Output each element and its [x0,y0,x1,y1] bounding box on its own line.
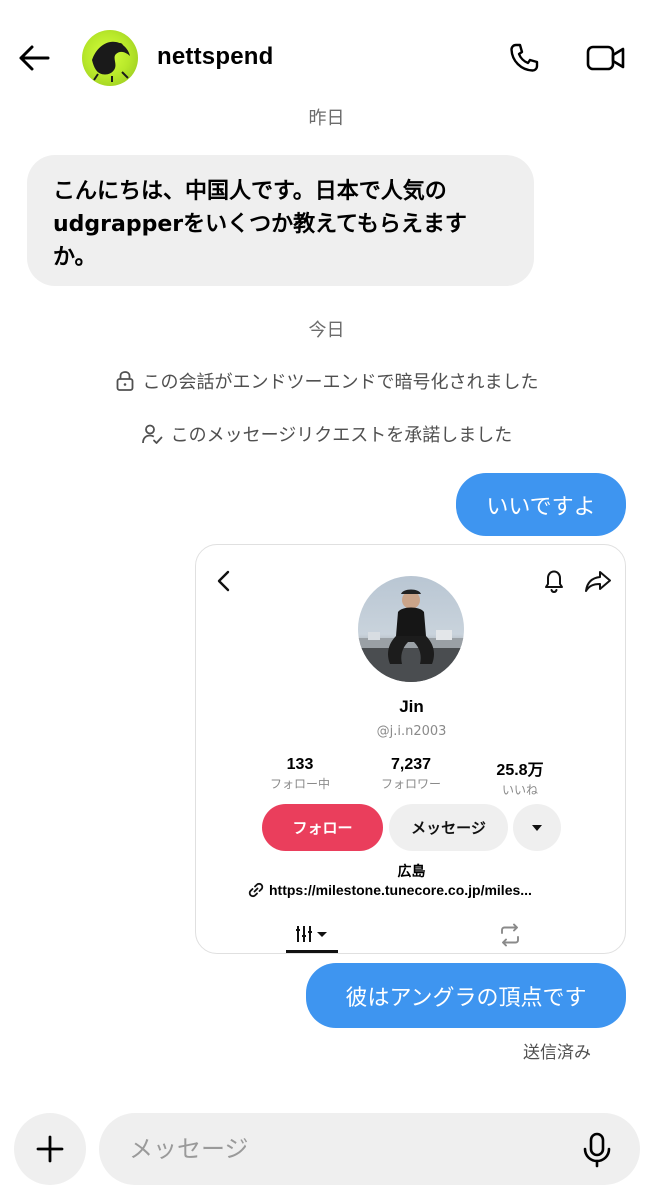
arrow-left-icon [19,45,50,71]
repost-icon [501,923,519,947]
profile-photo [358,576,464,682]
stat-followers-value: 7,237 [390,756,432,773]
follow-button[interactable]: フォロー [262,804,383,851]
avatar[interactable] [82,30,138,86]
profile-link: https://milestone.tunecore.co.jp/miles..… [248,882,588,898]
video-call-button[interactable] [583,37,629,79]
profile-location: 広島 [397,864,426,880]
grid-bars-icon [296,925,327,942]
message-composer [99,1113,640,1185]
tab-videos [286,917,338,953]
encryption-notice-text: この会話がエンドツーエンドで暗号化されました [142,372,539,393]
stat-likes-value: 25.8万 [496,762,544,779]
microphone-icon [583,1132,611,1168]
stat-followers-label: フォロワー [380,777,441,791]
voice-message-button[interactable] [575,1129,619,1171]
stat-following-value: 133 [286,756,314,773]
sent-status: 送信済み [523,1043,591,1063]
profile-link-text: https://milestone.tunecore.co.jp/miles..… [269,882,532,898]
person-check-icon [141,424,163,444]
stat-followers: 7,237 フォロワー [356,756,466,792]
tab-reposts [488,917,532,953]
profile-name: Jin [399,697,424,716]
incoming-message-bubble[interactable]: こんにちは、中国人です。日本で人気の udgrapperをいくつか教えてもらえま… [27,155,534,286]
more-options-button[interactable] [513,804,561,851]
card-back-icon [212,567,236,595]
chat-username[interactable]: nettspend [157,43,273,71]
chat-header: nettspend [0,0,653,112]
share-arrow-icon [583,567,613,595]
shared-profile-card[interactable]: Jin @j.i.n2003 133 フォロー中 7,237 フォロワー 25.… [195,544,626,954]
stat-likes-label: いいね [501,783,538,797]
message-input[interactable] [129,1113,559,1185]
plus-icon [36,1135,64,1163]
call-button[interactable] [503,37,545,79]
request-accepted-text: このメッセージリクエストを承諾しました [170,425,513,446]
request-accepted-notice: このメッセージリクエストを承諾しました [0,421,653,447]
stat-following-label: フォロー中 [269,777,330,791]
encryption-notice: この会話がエンドツーエンドで暗号化されました [0,368,653,394]
message-button[interactable]: メッセージ [389,804,508,851]
date-separator-yesterday: 昨日 [308,108,345,129]
lock-icon [116,371,133,391]
outgoing-message-bubble[interactable]: いいですよ [456,473,626,536]
avatar-image [92,41,130,82]
add-attachment-button[interactable] [14,1113,86,1185]
back-button[interactable] [14,38,54,78]
caret-down-icon [532,824,542,831]
link-icon [248,882,264,898]
video-camera-icon [586,45,625,71]
phone-icon [510,43,539,72]
profile-handle: @j.i.n2003 [376,724,447,739]
date-separator-today: 今日 [308,320,345,341]
stat-likes: 25.8万 いいね [465,756,575,798]
outgoing-message-bubble-2[interactable]: 彼はアングラの頂点です [306,963,626,1028]
stat-following: 133 フォロー中 [245,756,355,792]
bell-icon [540,567,568,595]
